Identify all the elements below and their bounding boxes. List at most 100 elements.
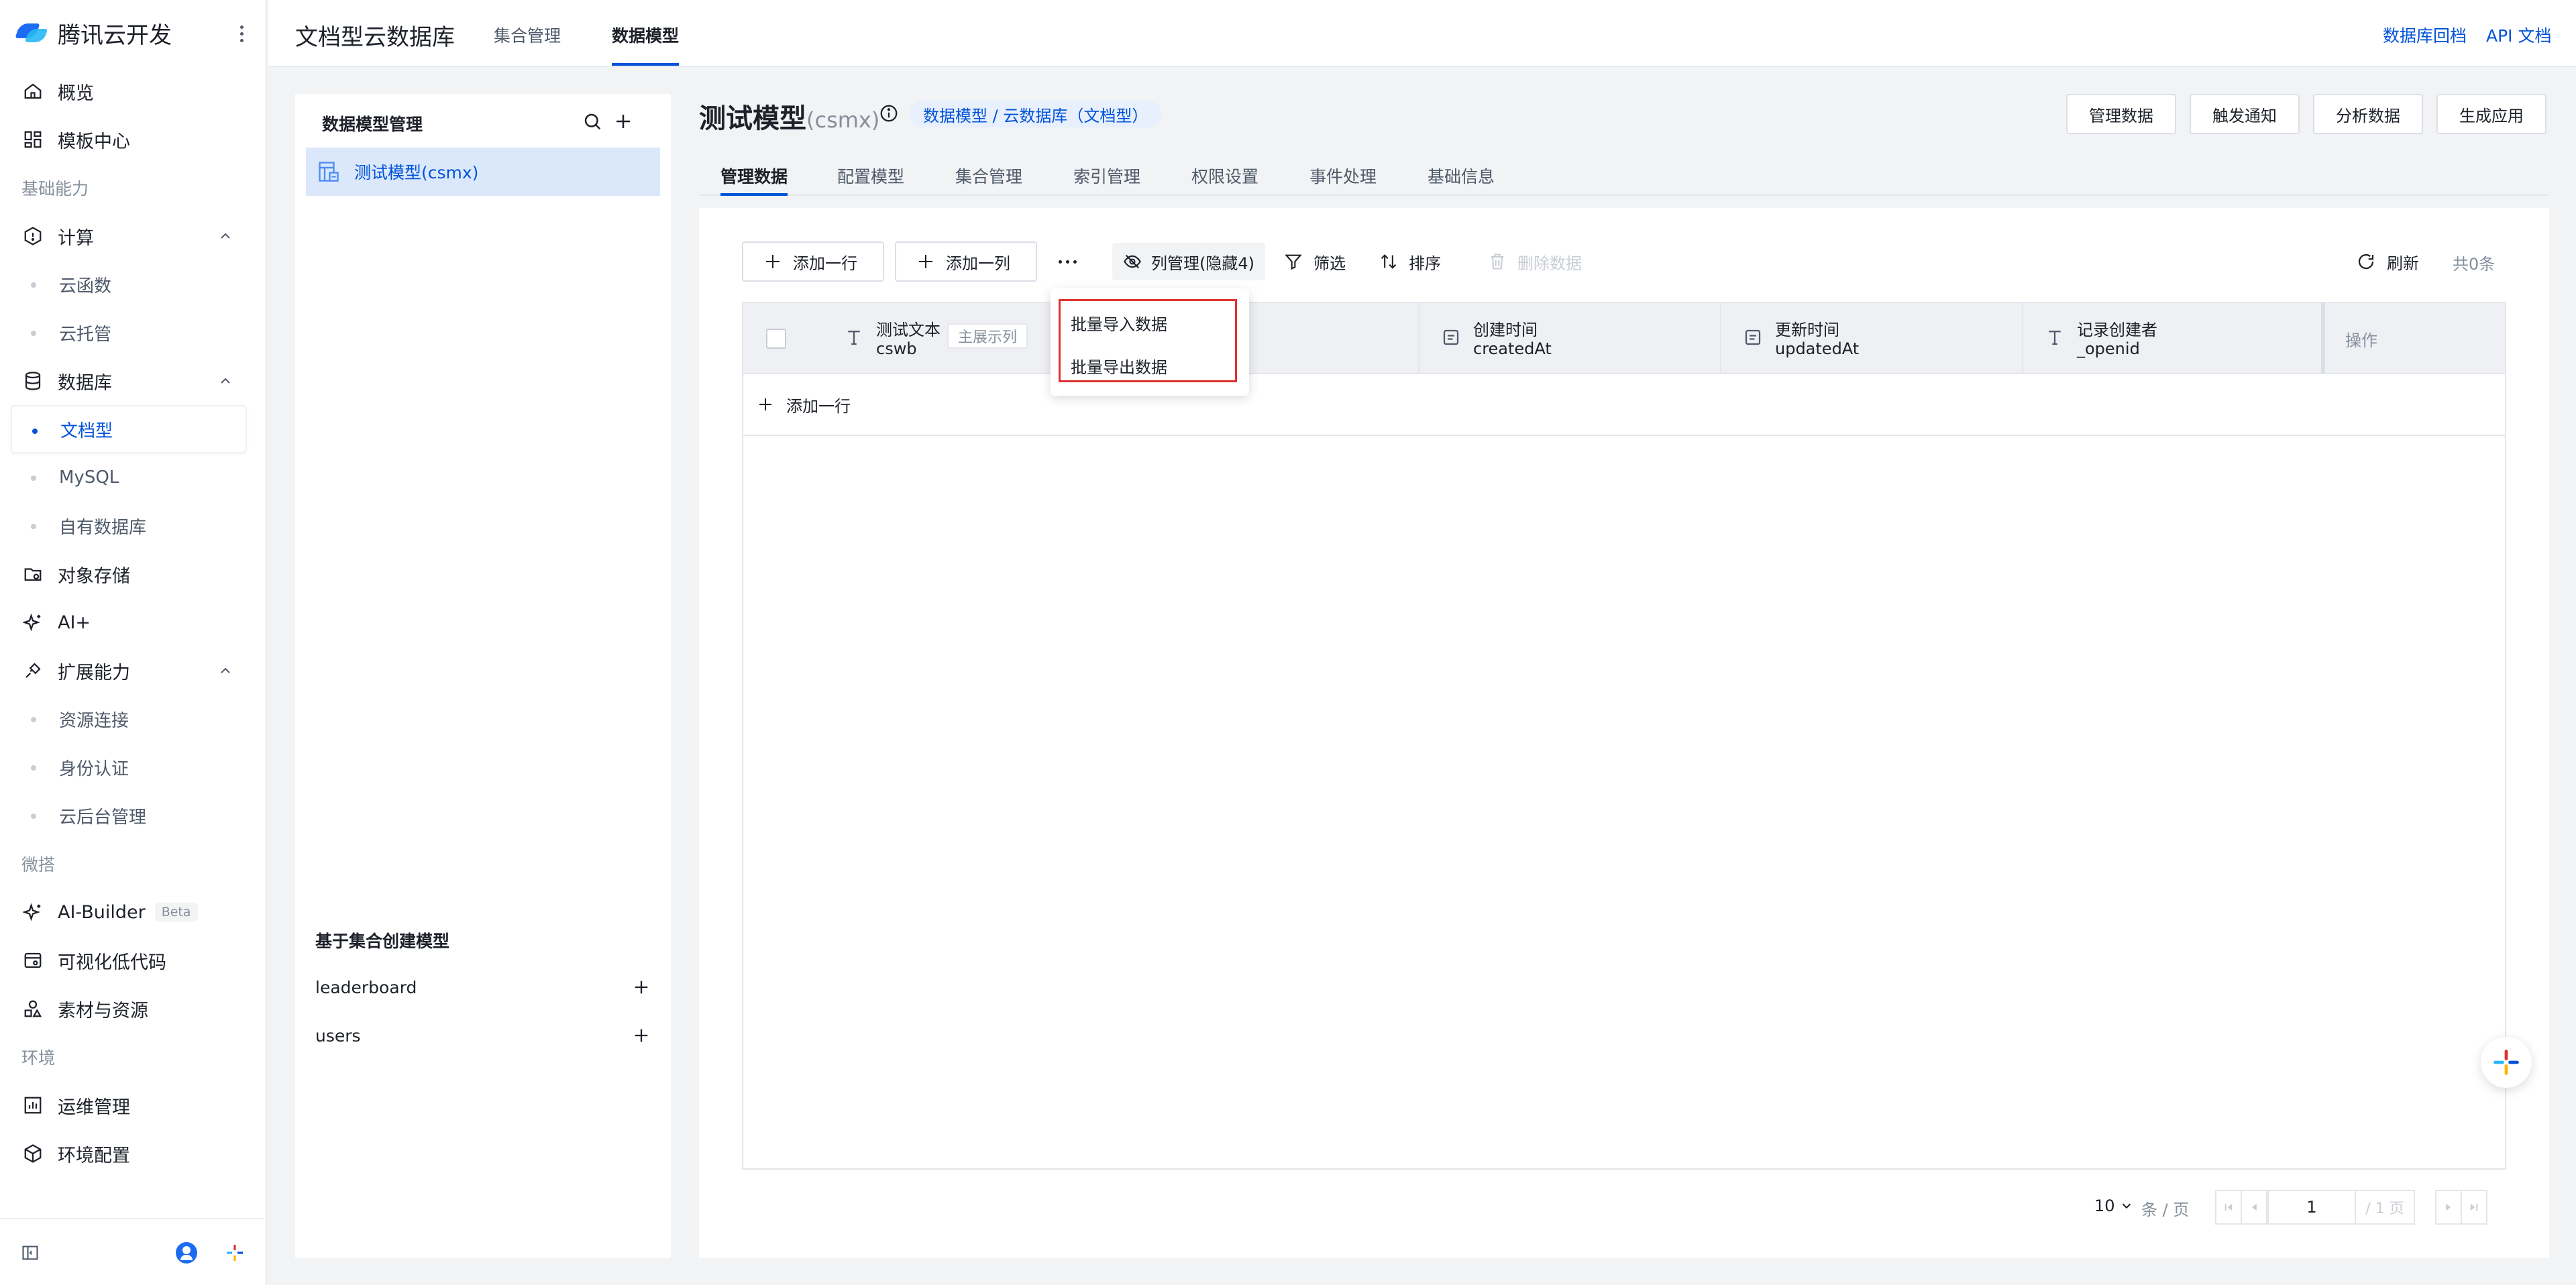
ai-assistant-fab[interactable] [2481, 1037, 2532, 1088]
column-manage-label: 列管理(隐藏4) [1151, 254, 1254, 273]
sidebar-item-label: 概览 [58, 82, 94, 104]
database-rollback-link[interactable]: 数据库回档 [2383, 23, 2467, 47]
manage-data-button[interactable]: 管理数据 [2066, 94, 2176, 134]
chevron-up-icon[interactable] [217, 373, 233, 389]
sidebar-item-document-db[interactable]: 文档型 [11, 405, 247, 453]
eye-off-icon [1124, 254, 1141, 269]
sidebar-item-env-config[interactable]: 环境配置 [11, 1129, 247, 1178]
table-add-row[interactable]: 添加一行 [743, 374, 2505, 436]
cloudbase-logo-icon [15, 19, 48, 46]
chevron-up-icon[interactable] [217, 228, 233, 244]
sidebar-item-ai[interactable]: AI+ [11, 598, 247, 647]
tab-permissions[interactable]: 权限设置 [1191, 164, 1258, 188]
sidebar-footer [0, 1218, 267, 1285]
sidebar-item-extensions[interactable]: 扩展能力 [11, 647, 247, 695]
tab-data-models[interactable]: 数据模型 [612, 23, 680, 66]
collection-item: leaderboard [315, 963, 651, 1011]
assets-icon [21, 997, 44, 1020]
next-page-icon [2446, 1203, 2451, 1211]
model-title-name: 测试模型 [699, 103, 806, 134]
tab-collection-mgmt[interactable]: 集合管理 [955, 164, 1022, 188]
chevron-up-icon[interactable] [217, 663, 233, 679]
model-breadcrumb-badge: 数据模型 / 云数据库（文档型） [910, 101, 1162, 127]
more-vertical-icon[interactable] [235, 20, 248, 47]
info-icon[interactable] [879, 103, 899, 123]
add-icon[interactable] [632, 1026, 651, 1045]
ai-assistant-icon[interactable] [224, 1242, 246, 1264]
trigger-notify-button[interactable]: 触发通知 [2190, 94, 2300, 134]
prev-page-button[interactable] [2241, 1190, 2267, 1225]
search-icon[interactable] [582, 111, 602, 131]
model-title: 测试模型(csmx) [699, 97, 879, 135]
operations-label: 操作 [2345, 331, 2377, 350]
filter-label: 筛选 [1313, 254, 1346, 273]
page-number-input[interactable]: 1 [2267, 1190, 2356, 1225]
sidebar-item-label: 素材与资源 [58, 1000, 148, 1021]
batch-export-menu-item[interactable]: 批量导出数据 [1071, 354, 1167, 378]
add-column-button[interactable]: 添加一列 [895, 241, 1037, 282]
sidebar-item-templates[interactable]: 模板中心 [11, 115, 247, 164]
page-size-select[interactable]: 10 [2094, 1196, 2134, 1215]
tab-basic-info[interactable]: 基础信息 [1428, 164, 1495, 188]
sidebar-item-database[interactable]: 数据库 [11, 357, 247, 405]
collapse-sidebar-icon[interactable] [20, 1243, 40, 1262]
sidebar-item-own-database[interactable]: 自有数据库 [11, 502, 247, 550]
tab-index-mgmt[interactable]: 索引管理 [1073, 164, 1140, 188]
sidebar-item-auth[interactable]: 身份认证 [11, 743, 247, 791]
tab-collections[interactable]: 集合管理 [494, 23, 561, 47]
sidebar-item-resource-connect[interactable]: 资源连接 [11, 695, 247, 743]
next-page-button[interactable] [2435, 1190, 2462, 1225]
sort-button[interactable]: 排序 [1379, 248, 1441, 275]
add-icon[interactable] [632, 978, 651, 997]
sidebar-item-assets[interactable]: 素材与资源 [11, 985, 247, 1033]
ai-assistant-icon [2493, 1050, 2519, 1075]
delete-data-button[interactable]: 删除数据 [1488, 248, 1582, 275]
top-header: 文档型云数据库 集合管理 数据模型 数据库回档 API 文档 [268, 0, 2576, 67]
sparkle-icon [21, 901, 44, 924]
prev-page-icon [2252, 1203, 2257, 1211]
generate-app-button[interactable]: 生成应用 [2436, 94, 2546, 134]
sidebar-item-label: 数据库 [58, 372, 112, 394]
first-page-button[interactable] [2215, 1190, 2242, 1225]
table-header: 测试文本 cswb 主展示列 创建时间 createdAt 更新时间 updat… [743, 303, 2505, 374]
batch-import-menu-item[interactable]: 批量导入数据 [1071, 311, 1167, 335]
tab-manage-data[interactable]: 管理数据 [720, 164, 788, 196]
last-page-button[interactable] [2461, 1190, 2487, 1225]
tab-config-model[interactable]: 配置模型 [837, 164, 904, 188]
plus-icon [766, 255, 780, 268]
add-model-icon[interactable] [613, 111, 633, 131]
brand[interactable]: 腾讯云开发 [15, 16, 172, 50]
filter-button[interactable]: 筛选 [1284, 248, 1346, 275]
model-item[interactable]: 测试模型(csmx) [306, 148, 660, 196]
api-docs-link[interactable]: API 文档 [2486, 23, 2552, 47]
refresh-button[interactable]: 刷新 [2356, 248, 2419, 275]
sidebar-item-lowcode[interactable]: 可视化低代码 [11, 936, 247, 985]
select-all-checkbox[interactable] [766, 329, 786, 349]
sidebar-item-overview[interactable]: 概览 [11, 67, 247, 115]
add-row-button[interactable]: 添加一行 [742, 241, 884, 282]
model-panel-title: 数据模型管理 [322, 115, 423, 134]
sidebar-item-ai-builder[interactable]: AI-Builder Beta [11, 888, 247, 936]
sidebar-item-mysql[interactable]: MySQL [11, 453, 247, 502]
column-manage-button[interactable]: 列管理(隐藏4) [1112, 243, 1265, 280]
sidebar-item-label: 运维管理 [58, 1097, 130, 1118]
text-type-icon [2049, 331, 2061, 345]
sidebar-item-label: 模板中心 [58, 131, 130, 152]
sidebar-item-admin[interactable]: 云后台管理 [11, 791, 247, 840]
analyze-data-button[interactable]: 分析数据 [2313, 94, 2423, 134]
sidebar-item-object-storage[interactable]: 对象存储 [11, 550, 247, 598]
sidebar-item-label: 对象存储 [58, 565, 130, 587]
column-key: createdAt [1473, 339, 1552, 358]
model-list-panel: 数据模型管理 测试模型(csmx) 基于集合创建模型 leaderboard u… [295, 94, 671, 1258]
column-name: 记录创建者 [2077, 321, 2157, 339]
first-page-icon [2224, 1203, 2233, 1211]
sidebar-item-compute[interactable]: 计算 [11, 212, 247, 260]
tab-events[interactable]: 事件处理 [1309, 164, 1377, 188]
column-name: 更新时间 [1775, 321, 1839, 339]
sidebar-item-cloud-run[interactable]: 云托管 [11, 309, 247, 357]
grid-icon [21, 128, 44, 151]
sidebar-item-ops[interactable]: 运维管理 [11, 1081, 247, 1129]
more-actions-icon[interactable] [1051, 248, 1084, 275]
sidebar-item-cloud-functions[interactable]: 云函数 [11, 260, 247, 309]
user-avatar-icon[interactable] [176, 1242, 197, 1264]
